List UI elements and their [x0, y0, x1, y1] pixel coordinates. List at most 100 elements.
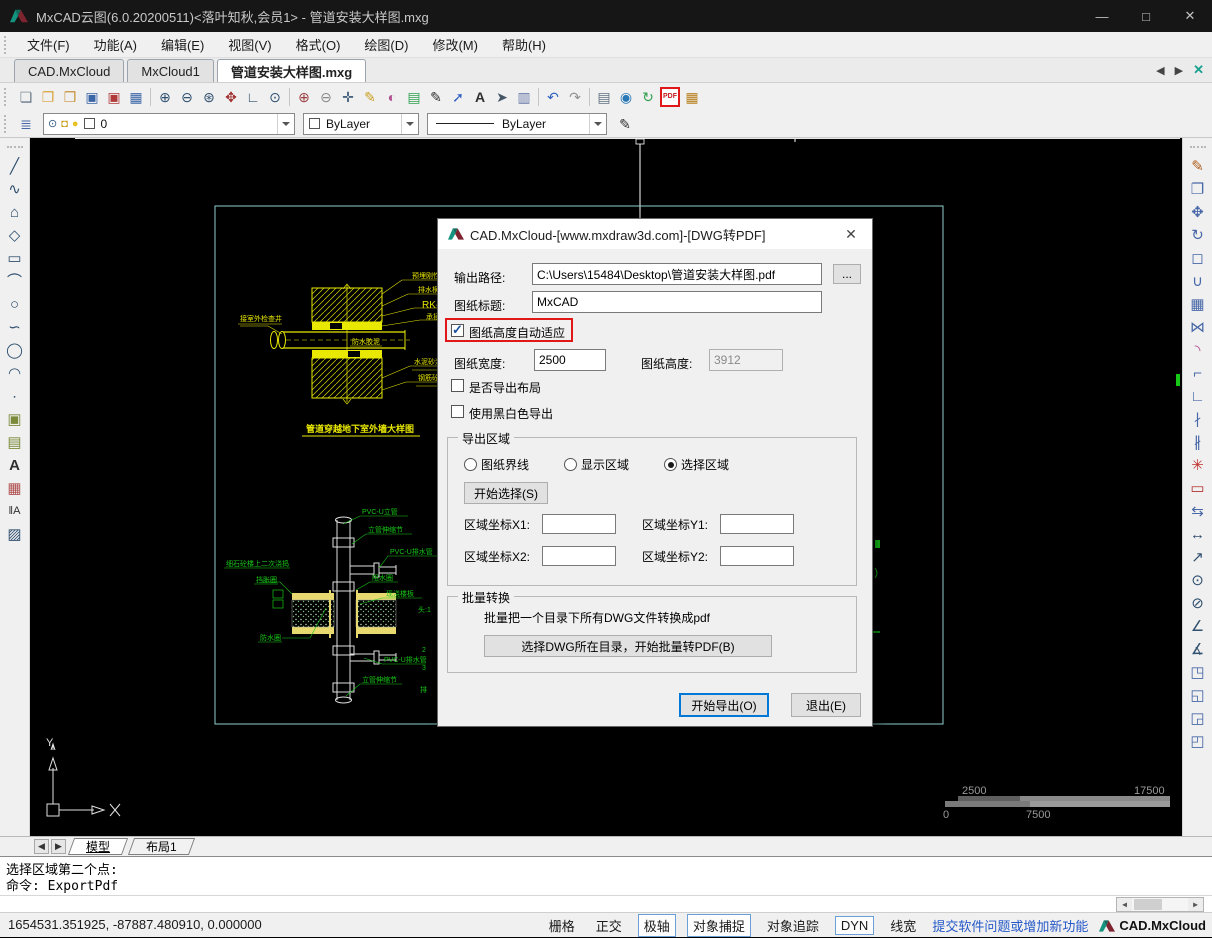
region-radio[interactable]: 图纸界线: [464, 456, 564, 473]
toolbar-icon[interactable]: ❐: [38, 87, 58, 107]
toolbar-icon[interactable]: ▥: [514, 87, 534, 107]
tab-next-icon[interactable]: ▶: [1175, 64, 1183, 77]
linetype-combobox[interactable]: ByLayer: [427, 113, 607, 135]
browse-button[interactable]: ...: [833, 264, 861, 284]
layout-prev-icon[interactable]: ◀: [34, 839, 49, 854]
start-select-button[interactable]: 开始选择(S): [464, 482, 548, 504]
minimize-button[interactable]: —: [1080, 0, 1124, 32]
region-radio[interactable]: 选择区域: [664, 456, 764, 473]
draw-tool-icon[interactable]: ▣: [4, 408, 26, 431]
coord-input[interactable]: [542, 514, 616, 534]
region-radio[interactable]: 显示区域: [564, 456, 664, 473]
draw-tool-icon[interactable]: ∽: [4, 316, 26, 339]
bw-export-checkbox[interactable]: [451, 405, 464, 418]
status-toggle[interactable]: 线宽: [885, 915, 921, 936]
menu-item[interactable]: 编辑(E): [149, 32, 216, 58]
document-tab[interactable]: MxCloud1: [127, 59, 214, 82]
layout-tab[interactable]: 布局1: [128, 838, 195, 855]
toolbar-icon[interactable]: PDF: [660, 87, 680, 107]
draw-tool-icon[interactable]: ▤: [4, 431, 26, 454]
dialog-close-icon[interactable]: ✕: [840, 223, 862, 245]
draw-tool-icon[interactable]: ⌒: [4, 270, 26, 293]
toolbar-icon[interactable]: ↻: [638, 87, 658, 107]
toolbar-icon[interactable]: ↷: [565, 87, 585, 107]
scroll-track[interactable]: [1132, 898, 1188, 911]
output-path-input[interactable]: [532, 263, 822, 285]
toolbar-icon[interactable]: ▣: [104, 87, 124, 107]
status-toggle[interactable]: 对象捕捉: [687, 914, 751, 937]
draw-tool-icon[interactable]: A: [4, 454, 26, 477]
document-tab[interactable]: 管道安装大样图.mxg: [217, 59, 366, 82]
draw-tool-icon[interactable]: ◯: [4, 339, 26, 362]
exit-button[interactable]: 退出(E): [791, 693, 861, 717]
tab-prev-icon[interactable]: ◀: [1156, 64, 1164, 77]
feedback-link[interactable]: 提交软件问题或增加新功能: [932, 916, 1088, 935]
draw-tool-icon[interactable]: ◠: [4, 362, 26, 385]
toolbar-icon[interactable]: ↶: [543, 87, 563, 107]
modify-tool-icon[interactable]: ◳: [1187, 661, 1209, 684]
layer-combobox[interactable]: ⊙ ◘ ● 0: [43, 113, 295, 135]
toolbar-icon[interactable]: ▣: [82, 87, 102, 107]
toolbar-icon[interactable]: ◉: [616, 87, 636, 107]
coord-input[interactable]: [720, 546, 794, 566]
toolbar-icon[interactable]: ❏: [16, 87, 36, 107]
modify-tool-icon[interactable]: ∪: [1187, 270, 1209, 293]
scroll-left-icon[interactable]: ◀: [1117, 898, 1132, 911]
layout-tab[interactable]: 模型: [68, 838, 128, 855]
toolbar-icon[interactable]: ▦: [682, 87, 702, 107]
scroll-right-icon[interactable]: ▶: [1188, 898, 1203, 911]
toolbar-icon[interactable]: [150, 88, 151, 106]
export-layout-checkbox[interactable]: [451, 379, 464, 392]
modify-tool-icon[interactable]: ⊙: [1187, 569, 1209, 592]
toolbar-icon[interactable]: ⊛: [199, 87, 219, 107]
modify-tool-icon[interactable]: ∦: [1187, 431, 1209, 454]
coord-input[interactable]: [720, 514, 794, 534]
toolbar-icon[interactable]: ➚: [448, 87, 468, 107]
toolbar-icon[interactable]: ▤: [594, 87, 614, 107]
draw-tool-icon[interactable]: ⌂: [4, 201, 26, 224]
draw-tool-icon[interactable]: ∙: [4, 385, 26, 408]
modify-tool-icon[interactable]: ⇆: [1187, 500, 1209, 523]
toolbar-icon[interactable]: ✎: [426, 87, 446, 107]
draw-tool-icon[interactable]: ▦: [4, 477, 26, 500]
maximize-button[interactable]: □: [1124, 0, 1168, 32]
close-button[interactable]: ✕: [1168, 0, 1212, 32]
modify-tool-icon[interactable]: ◝: [1187, 339, 1209, 362]
menu-item[interactable]: 功能(A): [82, 32, 149, 58]
modify-tool-icon[interactable]: ✥: [1187, 201, 1209, 224]
menu-item[interactable]: 绘图(D): [352, 32, 420, 58]
status-toggle[interactable]: 栅格: [544, 915, 580, 936]
menu-item[interactable]: 格式(O): [284, 32, 353, 58]
dropdown-arrow-icon[interactable]: [401, 114, 418, 134]
command-input[interactable]: [0, 895, 1212, 913]
toolbar-icon[interactable]: ✛: [338, 87, 358, 107]
toolbar-icon[interactable]: ∟: [243, 87, 263, 107]
modify-tool-icon[interactable]: ∠: [1187, 615, 1209, 638]
toolbar-icon[interactable]: ⊖: [316, 87, 336, 107]
start-export-button[interactable]: 开始导出(O): [679, 693, 769, 717]
toolbar-icon[interactable]: ⊖: [177, 87, 197, 107]
modify-tool-icon[interactable]: ◲: [1187, 707, 1209, 730]
tab-close-icon[interactable]: ✕: [1193, 62, 1204, 78]
modify-tool-icon[interactable]: ◰: [1187, 730, 1209, 753]
menu-item[interactable]: 帮助(H): [490, 32, 558, 58]
toolbar-icon[interactable]: ✥: [221, 87, 241, 107]
status-toggle[interactable]: 极轴: [638, 914, 676, 937]
modify-tool-icon[interactable]: ⋈: [1187, 316, 1209, 339]
draw-tool-icon[interactable]: ‖A: [4, 500, 26, 523]
modify-tool-icon[interactable]: ↗: [1187, 546, 1209, 569]
command-scrollbar[interactable]: ◀ ▶: [1116, 897, 1204, 912]
toolbar-icon[interactable]: A: [470, 87, 490, 107]
toolbar-icon[interactable]: ➤: [492, 87, 512, 107]
sheet-title-input[interactable]: [532, 291, 822, 313]
modify-tool-icon[interactable]: ◻: [1187, 247, 1209, 270]
menu-item[interactable]: 视图(V): [216, 32, 283, 58]
draw-tool-icon[interactable]: ∿: [4, 178, 26, 201]
command-line-panel[interactable]: 选择区域第二个点:命令: ExportPdf ◀ ▶: [0, 856, 1212, 912]
batch-convert-button[interactable]: 选择DWG所在目录，开始批量转PDF(B): [484, 635, 772, 657]
modify-tool-icon[interactable]: ↻: [1187, 224, 1209, 247]
dropdown-arrow-icon[interactable]: [277, 114, 294, 134]
toolbar-icon[interactable]: [289, 88, 290, 106]
draw-tool-icon[interactable]: ▭: [4, 247, 26, 270]
modify-tool-icon[interactable]: ❐: [1187, 178, 1209, 201]
